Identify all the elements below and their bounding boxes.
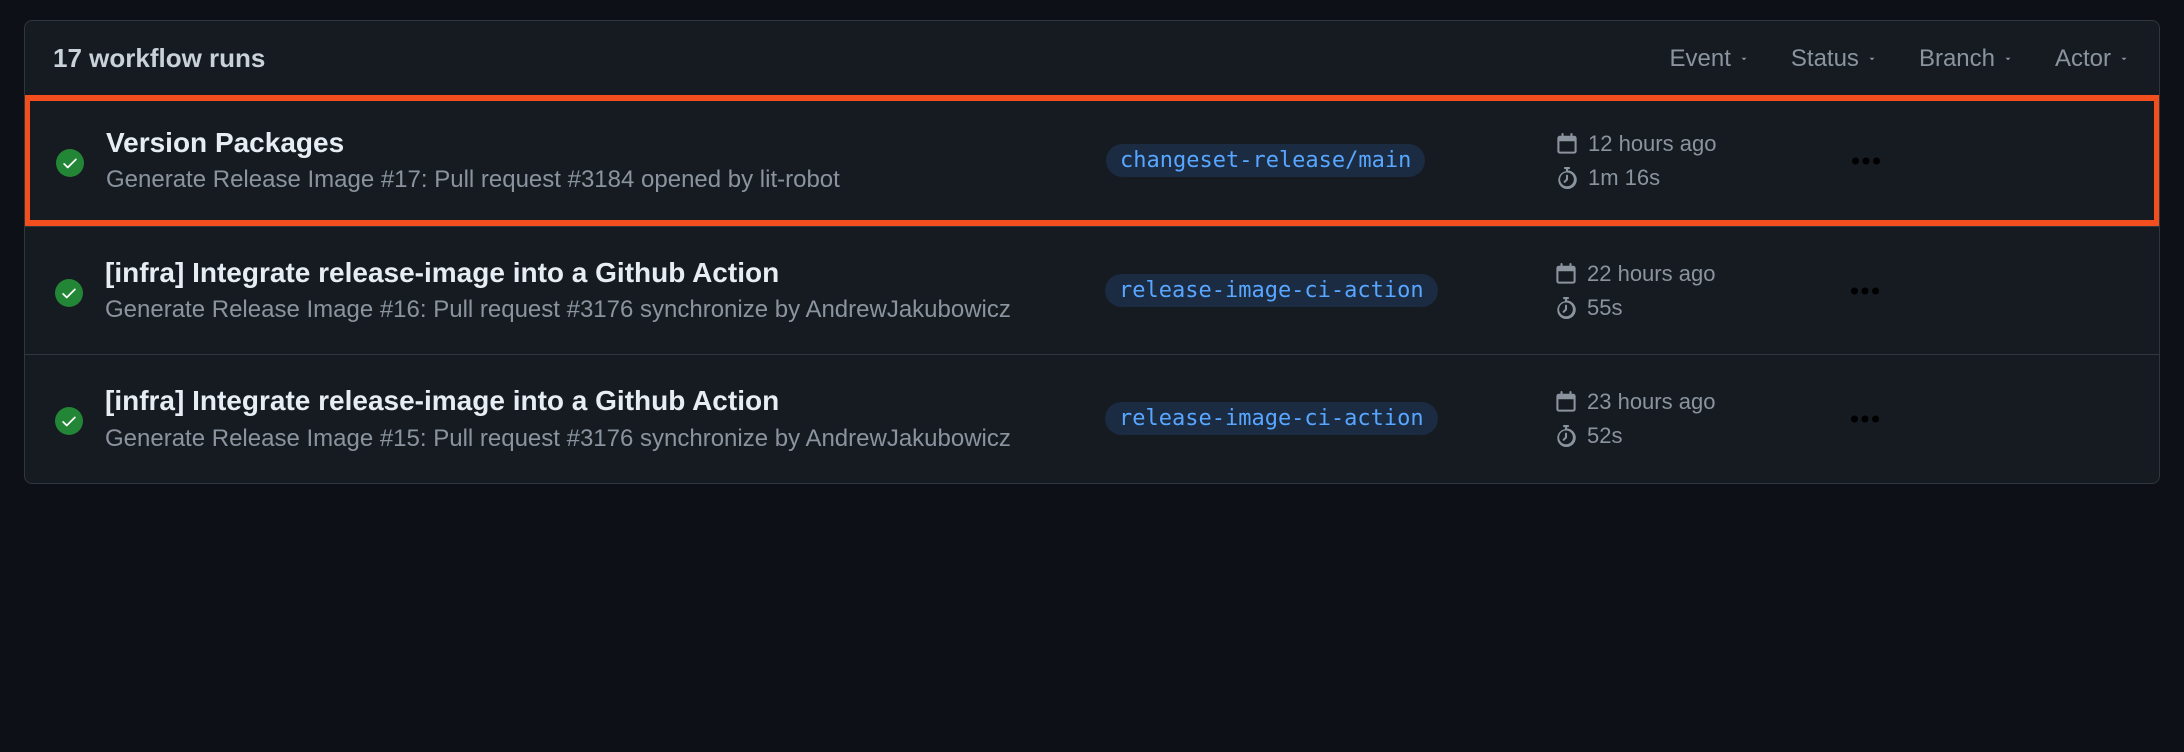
caret-down-icon bbox=[2117, 54, 2131, 64]
row-actions-button[interactable] bbox=[1835, 286, 1895, 296]
workflow-run-count: 17 workflow runs bbox=[53, 43, 265, 74]
run-subtitle: Generate Release Image #17: Pull request… bbox=[106, 162, 1106, 198]
run-title[interactable]: [infra] Integrate release-image into a G… bbox=[105, 253, 1105, 292]
run-main-column: [infra] Integrate release-image into a G… bbox=[105, 253, 1105, 328]
time-ago-text: 22 hours ago bbox=[1587, 261, 1715, 287]
success-check-icon bbox=[56, 149, 84, 177]
panel-header: 17 workflow runs Event Status Branch Act… bbox=[25, 21, 2159, 96]
kebab-icon bbox=[1851, 286, 1879, 296]
filter-actor[interactable]: Actor bbox=[2055, 45, 2131, 73]
caret-down-icon bbox=[1737, 54, 1751, 64]
branch-badge[interactable]: release-image-ci-action bbox=[1105, 402, 1438, 435]
duration-text: 1m 16s bbox=[1588, 165, 1660, 191]
duration: 55s bbox=[1555, 295, 1835, 321]
branch-column: release-image-ci-action bbox=[1105, 402, 1555, 435]
workflow-run-row[interactable]: Version Packages Generate Release Image … bbox=[24, 95, 2160, 226]
time-ago: 23 hours ago bbox=[1555, 389, 1835, 415]
calendar-icon bbox=[1556, 133, 1578, 155]
run-subtitle: Generate Release Image #15: Pull request… bbox=[105, 421, 1105, 457]
meta-column: 23 hours ago 52s bbox=[1555, 389, 1835, 449]
time-ago: 12 hours ago bbox=[1556, 131, 1836, 157]
branch-badge[interactable]: changeset-release/main bbox=[1106, 144, 1425, 177]
stopwatch-icon bbox=[1555, 425, 1577, 447]
calendar-icon bbox=[1555, 263, 1577, 285]
branch-column: release-image-ci-action bbox=[1105, 274, 1555, 307]
duration-text: 52s bbox=[1587, 423, 1622, 449]
filter-event[interactable]: Event bbox=[1670, 45, 1751, 73]
run-main-column: [infra] Integrate release-image into a G… bbox=[105, 381, 1105, 456]
filter-event-label: Event bbox=[1670, 45, 1731, 73]
time-ago-text: 23 hours ago bbox=[1587, 389, 1715, 415]
filter-branch-label: Branch bbox=[1919, 45, 1995, 73]
success-check-icon bbox=[55, 407, 83, 435]
duration-text: 55s bbox=[1587, 295, 1622, 321]
success-check-icon bbox=[55, 279, 83, 307]
status-column bbox=[56, 145, 106, 177]
stopwatch-icon bbox=[1556, 167, 1578, 189]
caret-down-icon bbox=[2001, 54, 2015, 64]
stopwatch-icon bbox=[1555, 297, 1577, 319]
kebab-icon bbox=[1852, 156, 1880, 166]
branch-badge[interactable]: release-image-ci-action bbox=[1105, 274, 1438, 307]
branch-column: changeset-release/main bbox=[1106, 144, 1556, 177]
workflow-run-row[interactable]: [infra] Integrate release-image into a G… bbox=[25, 354, 2159, 482]
run-title[interactable]: [infra] Integrate release-image into a G… bbox=[105, 381, 1105, 420]
filter-status[interactable]: Status bbox=[1791, 45, 1879, 73]
caret-down-icon bbox=[1865, 54, 1879, 64]
meta-column: 12 hours ago 1m 16s bbox=[1556, 131, 1836, 191]
time-ago-text: 12 hours ago bbox=[1588, 131, 1716, 157]
run-main-column: Version Packages Generate Release Image … bbox=[106, 123, 1106, 198]
run-subtitle: Generate Release Image #16: Pull request… bbox=[105, 292, 1105, 328]
run-title[interactable]: Version Packages bbox=[106, 123, 1106, 162]
filter-bar: Event Status Branch Actor bbox=[1670, 45, 2131, 73]
time-ago: 22 hours ago bbox=[1555, 261, 1835, 287]
filter-actor-label: Actor bbox=[2055, 45, 2111, 73]
filter-status-label: Status bbox=[1791, 45, 1859, 73]
status-column bbox=[55, 403, 105, 435]
row-actions-button[interactable] bbox=[1836, 156, 1896, 166]
meta-column: 22 hours ago 55s bbox=[1555, 261, 1835, 321]
workflow-run-row[interactable]: [infra] Integrate release-image into a G… bbox=[25, 226, 2159, 354]
workflow-runs-panel: 17 workflow runs Event Status Branch Act… bbox=[24, 20, 2160, 484]
calendar-icon bbox=[1555, 391, 1577, 413]
filter-branch[interactable]: Branch bbox=[1919, 45, 2015, 73]
row-actions-button[interactable] bbox=[1835, 414, 1895, 424]
duration: 52s bbox=[1555, 423, 1835, 449]
status-column bbox=[55, 275, 105, 307]
kebab-icon bbox=[1851, 414, 1879, 424]
duration: 1m 16s bbox=[1556, 165, 1836, 191]
